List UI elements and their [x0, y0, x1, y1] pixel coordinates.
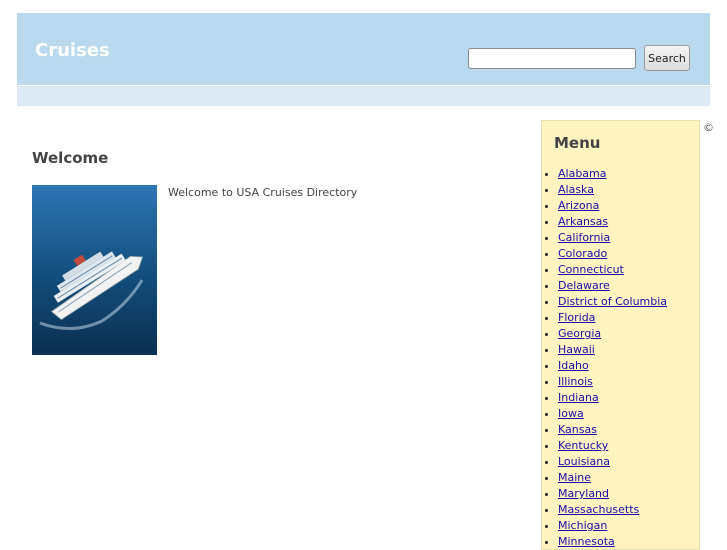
- state-link[interactable]: California: [558, 231, 610, 244]
- state-link[interactable]: Connecticut: [558, 263, 624, 276]
- state-link[interactable]: Massachusetts: [558, 503, 639, 516]
- list-item: Kansas: [558, 422, 667, 438]
- state-link[interactable]: Idaho: [558, 359, 589, 372]
- state-link[interactable]: Arizona: [558, 199, 599, 212]
- list-item: Indiana: [558, 390, 667, 406]
- list-item: Louisiana: [558, 454, 667, 470]
- list-item: Alabama: [558, 166, 667, 182]
- list-item: Maine: [558, 470, 667, 486]
- state-link[interactable]: Arkansas: [558, 215, 608, 228]
- list-item: Idaho: [558, 358, 667, 374]
- cruise-ship-image: [32, 185, 157, 355]
- list-item: Alaska: [558, 182, 667, 198]
- list-item: District of Columbia: [558, 294, 667, 310]
- menu-sidebar: Menu Alabama Alaska Arizona Arkansas Cal…: [541, 120, 700, 550]
- state-link[interactable]: Minnesota: [558, 535, 615, 548]
- site-title[interactable]: Cruises: [35, 40, 110, 61]
- state-link[interactable]: Louisiana: [558, 455, 610, 468]
- search-button[interactable]: Search: [644, 45, 690, 71]
- list-item: Illinois: [558, 374, 667, 390]
- state-link[interactable]: Kentucky: [558, 439, 608, 452]
- copyright-symbol: ©: [703, 121, 714, 134]
- state-link[interactable]: Illinois: [558, 375, 593, 388]
- list-item: Georgia: [558, 326, 667, 342]
- list-item: Massachusetts: [558, 502, 667, 518]
- list-item: Connecticut: [558, 262, 667, 278]
- list-item: California: [558, 230, 667, 246]
- state-link[interactable]: District of Columbia: [558, 295, 667, 308]
- state-list: Alabama Alaska Arizona Arkansas Californ…: [542, 166, 667, 550]
- list-item: Kentucky: [558, 438, 667, 454]
- list-item: Minnesota: [558, 534, 667, 550]
- list-item: Arkansas: [558, 214, 667, 230]
- site-header: Cruises Search: [17, 13, 710, 85]
- state-link[interactable]: Alaska: [558, 183, 594, 196]
- welcome-text: Welcome to USA Cruises Directory: [168, 186, 358, 199]
- list-item: Arizona: [558, 198, 667, 214]
- list-item: Colorado: [558, 246, 667, 262]
- list-item: Iowa: [558, 406, 667, 422]
- state-link[interactable]: Iowa: [558, 407, 584, 420]
- state-link[interactable]: Hawaii: [558, 343, 595, 356]
- state-link[interactable]: Colorado: [558, 247, 607, 260]
- list-item: Michigan: [558, 518, 667, 534]
- list-item: Maryland: [558, 486, 667, 502]
- state-link[interactable]: Georgia: [558, 327, 601, 340]
- list-item: Delaware: [558, 278, 667, 294]
- search-input[interactable]: [468, 48, 636, 69]
- list-item: Florida: [558, 310, 667, 326]
- page-heading: Welcome: [32, 149, 109, 167]
- list-item: Hawaii: [558, 342, 667, 358]
- state-link[interactable]: Alabama: [558, 167, 607, 180]
- state-link[interactable]: Indiana: [558, 391, 599, 404]
- state-link[interactable]: Florida: [558, 311, 595, 324]
- state-link[interactable]: Kansas: [558, 423, 597, 436]
- state-link[interactable]: Maryland: [558, 487, 609, 500]
- state-link[interactable]: Delaware: [558, 279, 610, 292]
- menu-title: Menu: [554, 134, 601, 152]
- state-link[interactable]: Michigan: [558, 519, 607, 532]
- navigation-bar: [17, 86, 710, 106]
- state-link[interactable]: Maine: [558, 471, 591, 484]
